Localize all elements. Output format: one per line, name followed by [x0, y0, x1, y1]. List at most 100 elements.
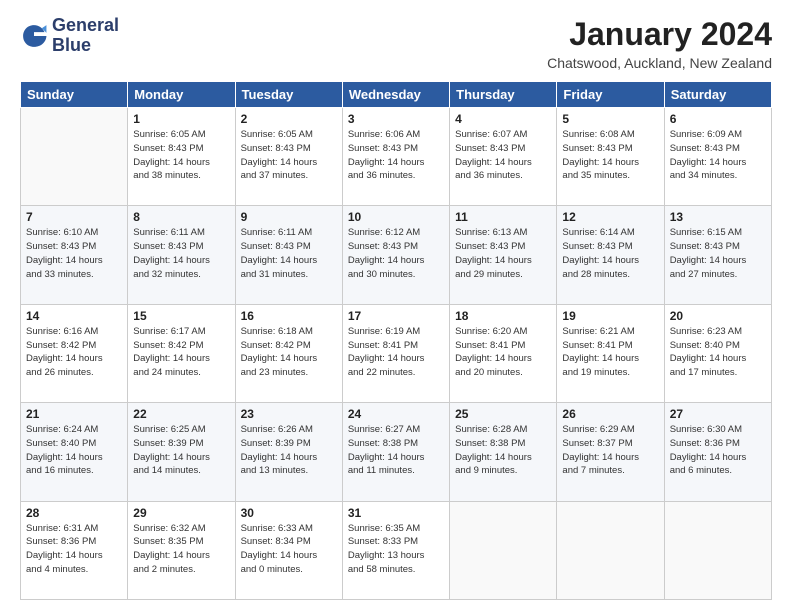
day-info: Sunrise: 6:11 AM Sunset: 8:43 PM Dayligh… — [241, 226, 337, 281]
day-number: 26 — [562, 407, 658, 421]
calendar-cell: 26 Sunrise: 6:29 AM Sunset: 8:37 PM Dayli… — [557, 403, 664, 501]
calendar-cell: 3 Sunrise: 6:06 AM Sunset: 8:43 PM Daylig… — [342, 108, 449, 206]
calendar-cell: 6Sunrise: 6:09 AM Sunset: 8:43 PM Daylig… — [664, 108, 771, 206]
day-info: Sunrise: 6:32 AM Sunset: 8:35 PM Dayligh… — [133, 522, 229, 577]
calendar-cell: 4 Sunrise: 6:07 AM Sunset: 8:43 PM Daylig… — [450, 108, 557, 206]
calendar-cell: 14 Sunrise: 6:16 AM Sunset: 8:42 PM Dayli… — [21, 304, 128, 402]
calendar-cell: 25 Sunrise: 6:28 AM Sunset: 8:38 PM Dayli… — [450, 403, 557, 501]
calendar-cell: 10Sunrise: 6:12 AM Sunset: 8:43 PM Dayli… — [342, 206, 449, 304]
calendar-body: 1 Sunrise: 6:05 AM Sunset: 8:43 PM Daylig… — [21, 108, 772, 600]
day-info: Sunrise: 6:31 AM Sunset: 8:36 PM Dayligh… — [26, 522, 122, 577]
day-number: 16 — [241, 309, 337, 323]
calendar-cell — [21, 108, 128, 206]
day-info: Sunrise: 6:26 AM Sunset: 8:39 PM Dayligh… — [241, 423, 337, 478]
day-of-week-header: Friday — [557, 82, 664, 108]
calendar-cell: 31Sunrise: 6:35 AM Sunset: 8:33 PM Dayli… — [342, 501, 449, 599]
day-number: 1 — [133, 112, 229, 126]
day-info: Sunrise: 6:29 AM Sunset: 8:37 PM Dayligh… — [562, 423, 658, 478]
calendar-week-row: 14 Sunrise: 6:16 AM Sunset: 8:42 PM Dayli… — [21, 304, 772, 402]
day-info: Sunrise: 6:14 AM Sunset: 8:43 PM Dayligh… — [562, 226, 658, 281]
calendar-cell: 2 Sunrise: 6:05 AM Sunset: 8:43 PM Daylig… — [235, 108, 342, 206]
day-number: 17 — [348, 309, 444, 323]
day-info: Sunrise: 6:15 AM Sunset: 8:43 PM Dayligh… — [670, 226, 766, 281]
calendar-week-row: 21 Sunrise: 6:24 AM Sunset: 8:40 PM Dayli… — [21, 403, 772, 501]
day-number: 9 — [241, 210, 337, 224]
day-info: Sunrise: 6:06 AM Sunset: 8:43 PM Dayligh… — [348, 128, 444, 183]
day-number: 10 — [348, 210, 444, 224]
calendar-week-row: 7Sunrise: 6:10 AM Sunset: 8:43 PM Daylig… — [21, 206, 772, 304]
calendar-table: SundayMondayTuesdayWednesdayThursdayFrid… — [20, 81, 772, 600]
day-of-week-header: Thursday — [450, 82, 557, 108]
day-info: Sunrise: 6:11 AM Sunset: 8:43 PM Dayligh… — [133, 226, 229, 281]
calendar-cell: 19Sunrise: 6:21 AM Sunset: 8:41 PM Dayli… — [557, 304, 664, 402]
location: Chatswood, Auckland, New Zealand — [547, 55, 772, 71]
calendar-cell: 21 Sunrise: 6:24 AM Sunset: 8:40 PM Dayli… — [21, 403, 128, 501]
logo-text: General Blue — [52, 16, 119, 56]
title-block: January 2024 Chatswood, Auckland, New Ze… — [547, 16, 772, 71]
calendar-cell — [557, 501, 664, 599]
day-info: Sunrise: 6:13 AM Sunset: 8:43 PM Dayligh… — [455, 226, 551, 281]
day-number: 11 — [455, 210, 551, 224]
calendar-cell: 5 Sunrise: 6:08 AM Sunset: 8:43 PM Daylig… — [557, 108, 664, 206]
day-info: Sunrise: 6:23 AM Sunset: 8:40 PM Dayligh… — [670, 325, 766, 380]
month-title: January 2024 — [547, 16, 772, 53]
calendar-cell: 16Sunrise: 6:18 AM Sunset: 8:42 PM Dayli… — [235, 304, 342, 402]
day-number: 12 — [562, 210, 658, 224]
header-row: SundayMondayTuesdayWednesdayThursdayFrid… — [21, 82, 772, 108]
day-info: Sunrise: 6:25 AM Sunset: 8:39 PM Dayligh… — [133, 423, 229, 478]
calendar-cell: 17Sunrise: 6:19 AM Sunset: 8:41 PM Dayli… — [342, 304, 449, 402]
day-info: Sunrise: 6:08 AM Sunset: 8:43 PM Dayligh… — [562, 128, 658, 183]
day-info: Sunrise: 6:16 AM Sunset: 8:42 PM Dayligh… — [26, 325, 122, 380]
calendar-cell: 28 Sunrise: 6:31 AM Sunset: 8:36 PM Dayli… — [21, 501, 128, 599]
day-number: 18 — [455, 309, 551, 323]
day-number: 14 — [26, 309, 122, 323]
day-number: 7 — [26, 210, 122, 224]
calendar-cell: 8 Sunrise: 6:11 AM Sunset: 8:43 PM Daylig… — [128, 206, 235, 304]
calendar-cell: 7Sunrise: 6:10 AM Sunset: 8:43 PM Daylig… — [21, 206, 128, 304]
day-number: 13 — [670, 210, 766, 224]
day-of-week-header: Tuesday — [235, 82, 342, 108]
day-number: 6 — [670, 112, 766, 126]
day-info: Sunrise: 6:07 AM Sunset: 8:43 PM Dayligh… — [455, 128, 551, 183]
calendar-cell: 24Sunrise: 6:27 AM Sunset: 8:38 PM Dayli… — [342, 403, 449, 501]
day-number: 8 — [133, 210, 229, 224]
calendar-cell: 9 Sunrise: 6:11 AM Sunset: 8:43 PM Daylig… — [235, 206, 342, 304]
calendar-header: SundayMondayTuesdayWednesdayThursdayFrid… — [21, 82, 772, 108]
day-number: 5 — [562, 112, 658, 126]
calendar-cell: 11 Sunrise: 6:13 AM Sunset: 8:43 PM Dayli… — [450, 206, 557, 304]
calendar-cell: 29 Sunrise: 6:32 AM Sunset: 8:35 PM Dayli… — [128, 501, 235, 599]
day-info: Sunrise: 6:20 AM Sunset: 8:41 PM Dayligh… — [455, 325, 551, 380]
day-number: 4 — [455, 112, 551, 126]
calendar-cell: 30Sunrise: 6:33 AM Sunset: 8:34 PM Dayli… — [235, 501, 342, 599]
day-of-week-header: Sunday — [21, 82, 128, 108]
day-info: Sunrise: 6:05 AM Sunset: 8:43 PM Dayligh… — [241, 128, 337, 183]
day-info: Sunrise: 6:27 AM Sunset: 8:38 PM Dayligh… — [348, 423, 444, 478]
day-number: 21 — [26, 407, 122, 421]
day-info: Sunrise: 6:33 AM Sunset: 8:34 PM Dayligh… — [241, 522, 337, 577]
calendar-cell: 15 Sunrise: 6:17 AM Sunset: 8:42 PM Dayli… — [128, 304, 235, 402]
calendar-week-row: 1 Sunrise: 6:05 AM Sunset: 8:43 PM Daylig… — [21, 108, 772, 206]
day-of-week-header: Saturday — [664, 82, 771, 108]
day-of-week-header: Wednesday — [342, 82, 449, 108]
day-number: 29 — [133, 506, 229, 520]
day-info: Sunrise: 6:17 AM Sunset: 8:42 PM Dayligh… — [133, 325, 229, 380]
day-info: Sunrise: 6:05 AM Sunset: 8:43 PM Dayligh… — [133, 128, 229, 183]
day-info: Sunrise: 6:35 AM Sunset: 8:33 PM Dayligh… — [348, 522, 444, 577]
day-info: Sunrise: 6:24 AM Sunset: 8:40 PM Dayligh… — [26, 423, 122, 478]
day-number: 15 — [133, 309, 229, 323]
day-number: 3 — [348, 112, 444, 126]
calendar-cell: 20Sunrise: 6:23 AM Sunset: 8:40 PM Dayli… — [664, 304, 771, 402]
calendar-cell: 1 Sunrise: 6:05 AM Sunset: 8:43 PM Daylig… — [128, 108, 235, 206]
day-number: 25 — [455, 407, 551, 421]
day-number: 2 — [241, 112, 337, 126]
day-number: 27 — [670, 407, 766, 421]
day-info: Sunrise: 6:30 AM Sunset: 8:36 PM Dayligh… — [670, 423, 766, 478]
day-number: 28 — [26, 506, 122, 520]
day-number: 23 — [241, 407, 337, 421]
header: General Blue January 2024 Chatswood, Auc… — [20, 16, 772, 71]
calendar-cell — [450, 501, 557, 599]
day-info: Sunrise: 6:28 AM Sunset: 8:38 PM Dayligh… — [455, 423, 551, 478]
day-info: Sunrise: 6:21 AM Sunset: 8:41 PM Dayligh… — [562, 325, 658, 380]
calendar-cell: 27 Sunrise: 6:30 AM Sunset: 8:36 PM Dayli… — [664, 403, 771, 501]
calendar-cell: 23 Sunrise: 6:26 AM Sunset: 8:39 PM Dayli… — [235, 403, 342, 501]
